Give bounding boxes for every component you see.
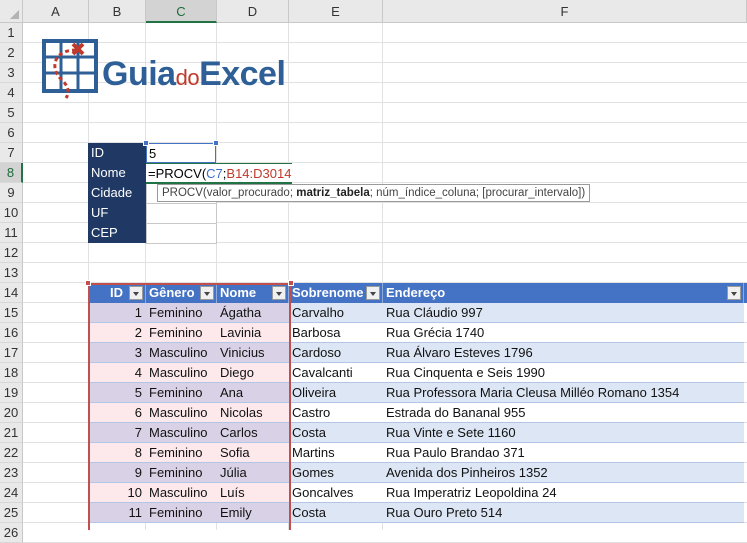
row-header-20[interactable]: 20 (0, 403, 23, 423)
row-header-14[interactable]: 14 (0, 283, 23, 303)
form-label-uf: UF (88, 203, 146, 223)
id-value: 5 (149, 146, 157, 161)
table-cell[interactable]: Gomes (289, 463, 383, 483)
row-header-10[interactable]: 10 (0, 203, 23, 223)
column-header-c[interactable]: C (146, 0, 217, 23)
formula-prefix: =PROCV( (148, 166, 207, 181)
table-cell[interactable]: Martins (289, 443, 383, 463)
logo-word-excel: Excel (199, 55, 286, 93)
filter-dropdown-icon[interactable] (366, 286, 380, 300)
row-header-5[interactable]: 5 (0, 103, 23, 123)
row-header-24[interactable]: 24 (0, 483, 23, 503)
row-header-23[interactable]: 23 (0, 463, 23, 483)
table-cell[interactable]: Cardoso (289, 343, 383, 363)
table-header-3: Sobrenome (289, 283, 383, 303)
table-cell[interactable]: Rua Cláudio 997 (383, 303, 744, 323)
row-header-3[interactable]: 3 (0, 63, 23, 83)
logo: GuiadoExcel (40, 36, 302, 100)
spreadsheet-logo-icon (42, 39, 98, 99)
row-header-21[interactable]: 21 (0, 423, 23, 443)
table-header-label: Sobrenome (292, 285, 364, 300)
function-tooltip: PROCV(valor_procurado; matriz_tabela; nú… (157, 184, 591, 202)
row-header-16[interactable]: 16 (0, 323, 23, 343)
table-cell[interactable]: Rua Paulo Brandao 371 (383, 443, 744, 463)
table-cell[interactable]: Rua Imperatriz Leopoldina 24 (383, 483, 744, 503)
logo-word-guia: Guia (102, 55, 176, 93)
table-cell[interactable]: Carvalho (289, 303, 383, 323)
filter-dropdown-icon[interactable] (727, 286, 741, 300)
form-input-cep[interactable] (146, 223, 217, 244)
row-header-9[interactable]: 9 (0, 183, 23, 203)
red-handle-tl[interactable] (85, 280, 91, 286)
row-header-18[interactable]: 18 (0, 363, 23, 383)
row-header-6[interactable]: 6 (0, 123, 23, 143)
row-header-1[interactable]: 1 (0, 23, 23, 43)
range-handle-tr[interactable] (213, 140, 219, 146)
table-cell[interactable]: Avenida dos Pinheiros 1352 (383, 463, 744, 483)
red-handle-tr[interactable] (288, 280, 294, 286)
table-cell[interactable]: Rua Álvaro Esteves 1796 (383, 343, 744, 363)
table-cell[interactable]: Goncalves (289, 483, 383, 503)
row-header-8[interactable]: 8 (0, 163, 23, 183)
row-header-11[interactable]: 11 (0, 223, 23, 243)
table-cell[interactable]: Estrada do Bananal 955 (383, 403, 744, 423)
row-header-19[interactable]: 19 (0, 383, 23, 403)
formula-cell[interactable]: =PROCV(C7;B14:D3014 (146, 163, 292, 184)
column-header-d[interactable]: D (217, 0, 289, 23)
table-cell[interactable]: Oliveira (289, 383, 383, 403)
logo-wordmark: GuiadoExcel (102, 54, 286, 98)
table-cell[interactable]: Rua Vinte e Sete 1160 (383, 423, 744, 443)
formula-ref-2: B14:D3014 (226, 166, 292, 181)
row-header-17[interactable]: 17 (0, 343, 23, 363)
column-header-a[interactable]: A (23, 0, 89, 23)
row-header-13[interactable]: 13 (0, 263, 23, 283)
id-value-cell[interactable]: 5 (146, 143, 216, 163)
row-header-22[interactable]: 22 (0, 443, 23, 463)
form-label-id: ID (88, 143, 146, 163)
table-header-label: Endereço (386, 285, 446, 300)
tooltip-bold-arg: matriz_tabela (296, 187, 370, 199)
row-header-15[interactable]: 15 (0, 303, 23, 323)
column-header-e[interactable]: E (289, 0, 383, 23)
row-gridline (23, 262, 747, 263)
form-input-uf[interactable] (146, 203, 217, 224)
column-header-b[interactable]: B (89, 0, 146, 23)
row-header-25[interactable]: 25 (0, 503, 23, 523)
row-gridline (23, 102, 747, 103)
row-header-7[interactable]: 7 (0, 143, 23, 163)
table-cell[interactable]: Rua Ouro Preto 514 (383, 503, 744, 523)
tooltip-post: ; núm_índice_coluna; [procurar_intervalo… (369, 187, 586, 199)
select-all-corner[interactable] (0, 0, 23, 23)
table-cell[interactable]: Rua Cinquenta e Seis 1990 (383, 363, 744, 383)
table-cell[interactable]: Rua Professora Maria Cleusa Milléo Roman… (383, 383, 744, 403)
column-header-f[interactable]: F (383, 0, 747, 23)
row-header-12[interactable]: 12 (0, 243, 23, 263)
row-gridline (23, 122, 747, 123)
range-selection-red (88, 283, 291, 530)
logo-word-do: do (175, 65, 200, 90)
table-cell[interactable]: Cavalcanti (289, 363, 383, 383)
row-header-4[interactable]: 4 (0, 83, 23, 103)
row-header-2[interactable]: 2 (0, 43, 23, 63)
table-cell[interactable]: Rua Grécia 1740 (383, 323, 744, 343)
row-header-26[interactable]: 26 (0, 523, 23, 543)
table-cell[interactable]: Castro (289, 403, 383, 423)
table-cell[interactable]: Costa (289, 503, 383, 523)
table-header-4: Endereço (383, 283, 744, 303)
tooltip-pre: PROCV(valor_procurado; (162, 187, 297, 199)
form-label-nome: Nome (88, 163, 146, 183)
table-cell[interactable]: Barbosa (289, 323, 383, 343)
range-handle-tl[interactable] (143, 140, 149, 146)
form-label-cep: CEP (88, 223, 146, 243)
form-label-cidade: Cidade (88, 183, 146, 203)
formula-ref-1: C7 (206, 166, 223, 181)
table-cell[interactable]: Costa (289, 423, 383, 443)
